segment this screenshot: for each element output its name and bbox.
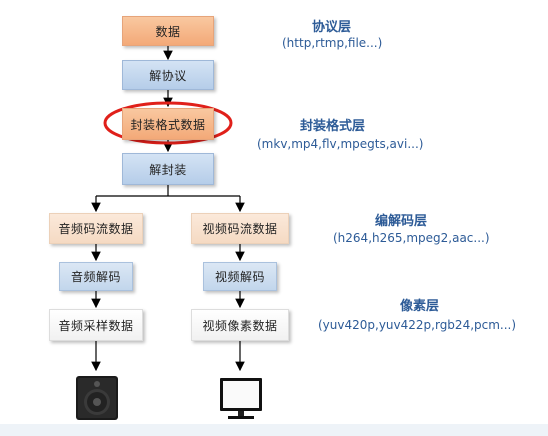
flow-diagram: 数据 解协议 封装格式数据 解封装 音频码流数据 音频解码 音频采样数据 视频码… [0,0,548,436]
node-container-data: 封装格式数据 [122,108,214,140]
layer-title-pixel: 像素层 [400,299,440,314]
node-audio-stream: 音频码流数据 [49,213,143,244]
node-video-pixels: 视频像素数据 [191,309,289,341]
node-deprotocol-label: 解协议 [149,68,187,83]
layer-title-codec: 编解码层 [375,214,428,229]
monitor-icon [220,378,262,419]
layer-title-container: 封装格式层 [300,119,366,134]
node-audio-samples: 音频采样数据 [49,309,143,341]
node-audio-samples-label: 音频采样数据 [58,318,134,333]
bottom-bar [0,424,548,436]
speaker-icon [76,376,118,420]
layer-title-protocol: 协议层 [312,20,352,35]
node-data-label: 数据 [155,24,181,39]
node-video-stream: 视频码流数据 [191,213,289,244]
node-data: 数据 [122,16,214,46]
node-video-pixels-label: 视频像素数据 [202,318,278,333]
node-demux: 解封装 [122,153,214,185]
node-video-decode-label: 视频解码 [214,270,265,284]
node-video-stream-label: 视频码流数据 [202,222,278,236]
layer-subtitle-codec: (h264,h265,mpeg2,aac...) [333,231,490,245]
node-video-decode: 视频解码 [203,262,277,291]
layer-subtitle-pixel: (yuv420p,yuv422p,rgb24,pcm...) [318,318,517,332]
node-demux-label: 解封装 [149,162,187,177]
node-deprotocol: 解协议 [122,60,214,90]
layer-subtitle-container: (mkv,mp4,flv,mpegts,avi...) [257,137,424,151]
node-audio-decode-label: 音频解码 [70,270,121,284]
node-audio-decode: 音频解码 [59,262,133,291]
node-container-data-label: 封装格式数据 [130,117,206,132]
layer-subtitle-protocol: (http,rtmp,file...) [282,36,383,50]
node-audio-stream-label: 音频码流数据 [58,222,134,236]
